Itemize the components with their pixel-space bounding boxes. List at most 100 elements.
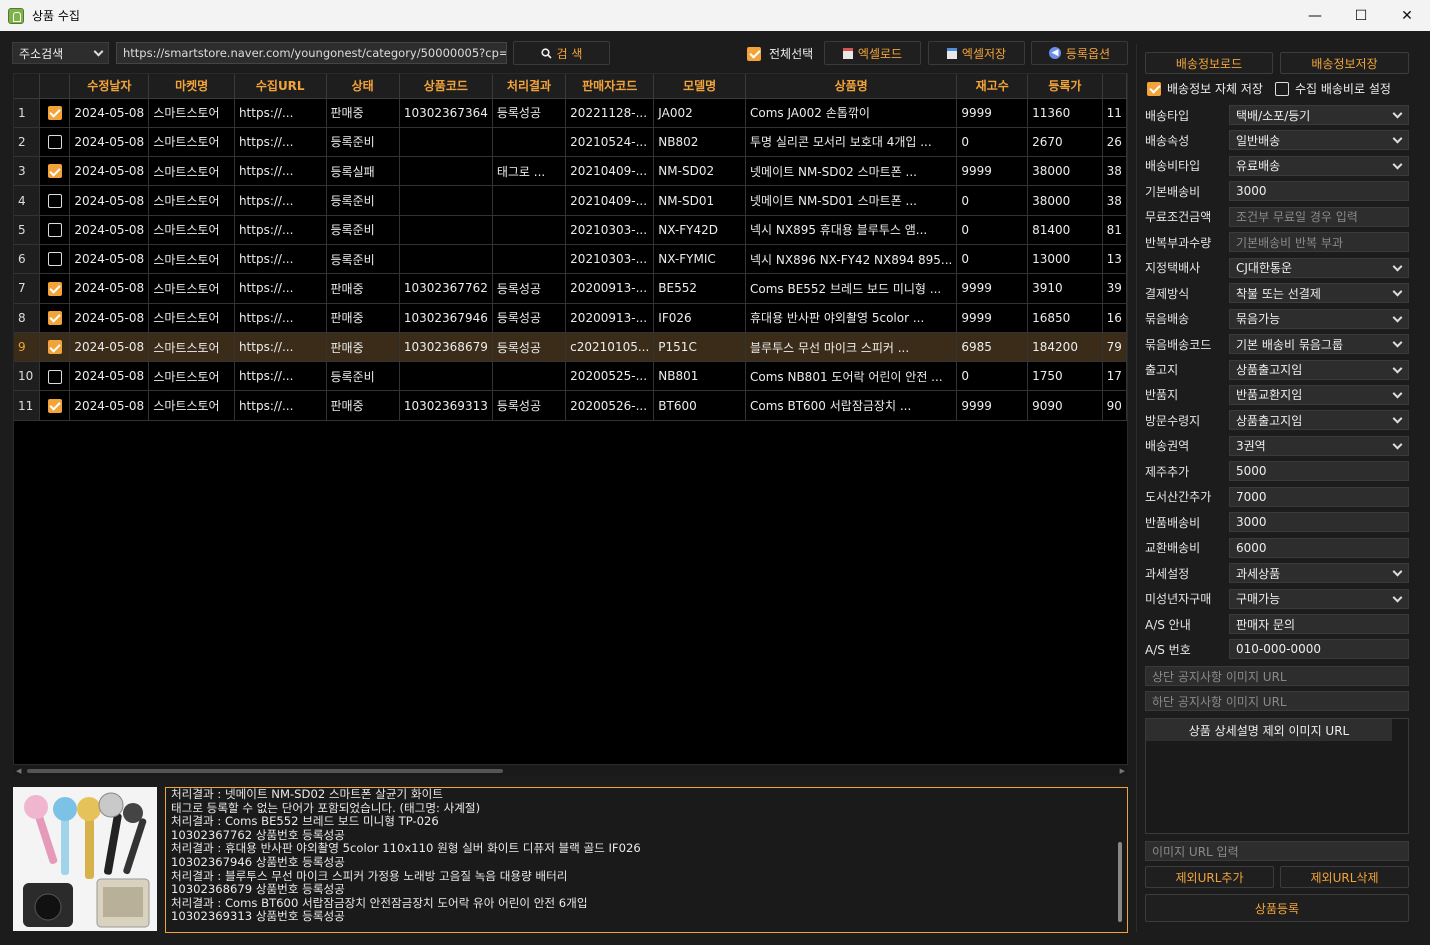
row-checkbox[interactable] [47,369,62,384]
table-row[interactable]: 4 2024-05-08 스마트스토어 https://... 등록준비 20210409… [14,185,1127,216]
cell-price[interactable]: 81400 [1027,215,1103,245]
cell-name[interactable]: Coms BT600 서랍잠금장치 ... [745,390,958,421]
cell-name[interactable]: Coms JA002 손톱깎이 [745,98,958,128]
top-notice-url-input[interactable]: 상단 공지사항 이미지 URL [1145,666,1409,686]
register-product-button[interactable]: 상품등록 [1145,894,1409,922]
cell-date[interactable]: 2024-05-08 [69,332,150,363]
cell-status[interactable]: 판매중 [326,273,400,304]
maximize-button[interactable]: ☐ [1338,0,1384,31]
table-row[interactable]: 6 2024-05-08 스마트스토어 https://... 등록준비 20210303… [14,244,1127,275]
column-header[interactable]: 상태 [326,74,400,99]
scroll-left-icon[interactable]: ◀ [16,767,21,775]
shipping-load-button[interactable]: 배송정보로드 [1145,52,1273,74]
cell-model[interactable]: NX-FYMIC [653,244,746,275]
cell-model[interactable]: P151C [653,332,746,363]
cell-url[interactable]: https://... [234,244,327,275]
field-input[interactable]: 3000 [1229,512,1409,533]
field-input[interactable]: 010-000-0000 [1229,639,1409,660]
cell-market[interactable]: 스마트스토어 [148,303,235,333]
cell-result[interactable]: 등록성공 [492,98,567,128]
table-row[interactable]: 2 2024-05-08 스마트스토어 https://... 등록준비 20210524… [14,127,1127,158]
cell-seller[interactable]: c20210105... [565,332,655,363]
cell-url[interactable]: https://... [234,156,327,187]
row-number[interactable]: 6 [14,244,41,275]
row-checkbox[interactable] [47,105,62,120]
cell-price[interactable]: 38000 [1027,185,1103,216]
column-header[interactable] [39,74,71,99]
cell-code[interactable] [399,156,493,187]
cell-date[interactable]: 2024-05-08 [69,185,150,216]
cell-stock[interactable]: 9999 [956,303,1029,333]
cell-result[interactable]: 태그로 ... [492,156,567,187]
cell-extra[interactable]: 81 [1102,215,1127,245]
row-checkbox[interactable] [47,135,62,150]
cell-url[interactable]: https://... [234,303,327,333]
field-select[interactable]: 상품출고지임 [1229,410,1409,431]
field-input[interactable]: 6000 [1229,537,1409,558]
cell-price[interactable]: 38000 [1027,156,1103,187]
cell-status[interactable]: 등록실패 [326,156,400,187]
field-select[interactable]: 일반배송 [1229,130,1409,151]
horizontal-scrollbar[interactable]: ◀ ▶ [13,766,1128,776]
select-all-checkbox[interactable] [747,46,761,61]
cell-name[interactable]: 넷메이트 NM-SD01 스마트폰 ... [745,185,958,216]
cell-seller[interactable]: 20200913-... [565,273,655,304]
cell-market[interactable]: 스마트스토어 [148,273,235,304]
close-button[interactable]: ✕ [1384,0,1430,31]
row-number[interactable]: 1 [14,98,41,128]
cell-model[interactable]: IF026 [653,303,746,333]
cell-price[interactable]: 1750 [1027,361,1103,392]
cell-seller[interactable]: 20210409-... [565,156,655,187]
field-select[interactable]: CJ대한통운 [1229,257,1409,278]
excel-load-button[interactable]: 엑셀로드 [824,41,921,65]
row-number[interactable]: 5 [14,215,41,245]
cell-market[interactable]: 스마트스토어 [148,127,235,158]
field-select[interactable]: 택배/소포/등기 [1229,105,1409,125]
field-select[interactable]: 기본 배송비 묶음그룹 [1229,334,1409,355]
collect-shipping-checkbox[interactable] [1274,81,1289,96]
cell-result[interactable]: 등록성공 [492,273,567,304]
cell-code[interactable]: 10302368679 [399,332,493,363]
cell-model[interactable]: BE552 [653,273,746,304]
scroll-right-icon[interactable]: ▶ [1120,767,1125,775]
table-row[interactable]: 8 2024-05-08 스마트스토어 https://... 판매중 103023679… [14,303,1127,333]
row-checkbox[interactable] [47,252,62,267]
cell-code[interactable] [399,127,493,158]
cell-model[interactable]: NB801 [653,361,746,392]
self-save-checkbox[interactable] [1147,81,1161,96]
cell-name[interactable]: 넥시 NX895 휴대용 블루투스 앰... [745,215,958,245]
field-input[interactable]: 기본배송비 반복 부과 [1229,232,1409,253]
cell-market[interactable]: 스마트스토어 [148,390,235,421]
cell-status[interactable]: 판매중 [326,390,400,421]
row-checkbox[interactable] [47,164,62,179]
cell-date[interactable]: 2024-05-08 [69,273,150,304]
cell-code[interactable] [399,361,493,392]
cell-code[interactable]: 10302367364 [399,98,493,128]
minimize-button[interactable]: — [1292,0,1338,31]
cell-url[interactable]: https://... [234,185,327,216]
cell-date[interactable]: 2024-05-08 [69,215,150,245]
field-input[interactable]: 5000 [1229,461,1409,482]
cell-price[interactable]: 9090 [1027,390,1103,421]
cell-result[interactable] [492,185,567,216]
field-select[interactable]: 묶음가능 [1229,308,1409,329]
cell-url[interactable]: https://... [234,273,327,304]
cell-url[interactable]: https://... [234,390,327,421]
cell-name[interactable]: Coms NB801 도어락 어린이 안전 ... [745,361,958,392]
cell-date[interactable]: 2024-05-08 [69,127,150,158]
cell-url[interactable]: https://... [234,127,327,158]
field-input[interactable]: 3000 [1229,181,1409,202]
cell-price[interactable]: 13000 [1027,244,1103,275]
cell-status[interactable]: 등록준비 [326,361,400,392]
cell-extra[interactable]: 16 [1102,303,1127,333]
row-number[interactable]: 8 [14,303,41,333]
cell-model[interactable]: NM-SD01 [653,185,746,216]
row-number[interactable]: 9 [14,332,41,363]
row-checkbox[interactable] [47,310,62,325]
add-exclude-url-button[interactable]: 제외URL추가 [1145,866,1274,888]
cell-price[interactable]: 2670 [1027,127,1103,158]
cell-status[interactable]: 등록준비 [326,215,400,245]
row-checkbox[interactable] [47,340,62,355]
select-all-control[interactable]: 전체선택 [747,45,813,62]
cell-status[interactable]: 판매중 [326,332,400,363]
